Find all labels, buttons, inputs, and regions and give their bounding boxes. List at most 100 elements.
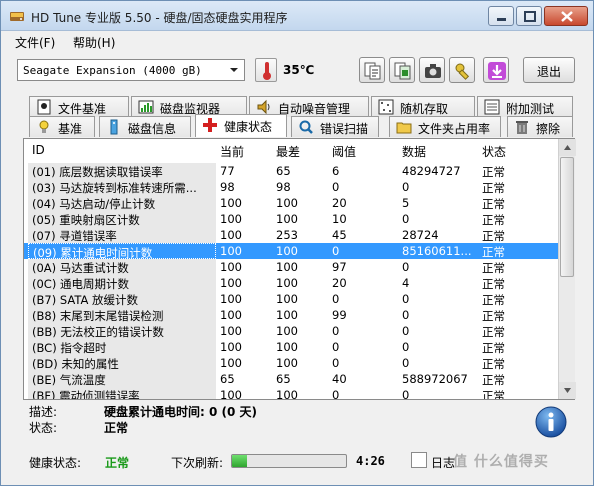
status-label: 状态: (29, 421, 58, 435)
threshold-cell: 0 (332, 356, 340, 370)
chevron-up-icon (564, 145, 571, 150)
camera-button[interactable] (419, 57, 445, 83)
scroll-down-button[interactable] (559, 382, 576, 399)
tab-error-scan[interactable]: 错误扫描 (291, 116, 379, 137)
table-row[interactable]: (BB) 无法校正的错误计数 100 100 0 0 正常 (24, 323, 558, 339)
column-header-data[interactable]: 数据 (402, 143, 426, 160)
status-cell: 正常 (482, 293, 505, 307)
table-row[interactable]: (07) 寻道错误率 100 253 45 28724 正常 (24, 227, 558, 243)
table-row[interactable]: (BE) 气流温度 65 65 40 588972067 正常 (24, 371, 558, 387)
smart-table: ID 当前 最差 阈值 数据 状态 (01) 底层数据读取错误率 77 65 6 482… (23, 138, 576, 400)
tab-erase[interactable]: 擦除 (507, 116, 573, 137)
table-row[interactable]: (04) 马达启动/停止计数 100 100 20 5 正常 (24, 195, 558, 211)
data-cell: 0 (402, 308, 410, 322)
threshold-cell: 97 (332, 260, 347, 274)
copy-screenshot-button[interactable] (389, 57, 415, 83)
thermometer-icon (255, 58, 277, 82)
settings-icon (455, 63, 470, 80)
table-body: (01) 底层数据读取错误率 77 65 6 48294727 正常 (03) 马达旋转到标… (24, 163, 558, 399)
title-bar[interactable]: HD Tune 专业版 5.50 - 硬盘/固态硬盘实用程序 (1, 1, 593, 31)
description-value: 硬盘累计通电时间: 0 (0 天) (104, 405, 258, 419)
data-cell: 0 (402, 324, 410, 338)
menu-file[interactable]: 文件(F) (15, 34, 55, 51)
column-header-current[interactable]: 当前 (220, 143, 244, 160)
close-icon (561, 11, 573, 22)
tab-benchmark[interactable]: 基准 (29, 116, 95, 137)
current-cell: 98 (220, 180, 235, 194)
status-cell: 正常 (482, 213, 505, 227)
speaker-icon (257, 99, 270, 115)
minimize-button[interactable] (488, 6, 514, 26)
column-header-worst[interactable]: 最差 (276, 143, 300, 160)
tab-folder-usage[interactable]: 文件夹占用率 (389, 116, 501, 137)
attribute-name-cell: (05) 重映射扇区计数 (28, 211, 216, 227)
copy-screenshot-icon (394, 62, 411, 80)
attribute-name-cell: (0A) 马达重试计数 (28, 259, 216, 275)
worst-cell: 253 (276, 228, 298, 242)
settings-button[interactable] (449, 57, 475, 83)
table-row[interactable]: (0A) 马达重试计数 100 100 97 0 正常 (24, 259, 558, 275)
threshold-cell: 20 (332, 196, 347, 210)
threshold-cell: 0 (332, 388, 340, 399)
status-cell: 正常 (482, 197, 505, 211)
table-row[interactable]: (09) 累计通电时间计数 100 100 0 85160611... 正常 (24, 243, 558, 259)
copy-text-icon (364, 62, 381, 80)
table-row[interactable]: (BF) 震动侦测错误率 100 100 0 0 正常 (24, 387, 558, 399)
threshold-cell: 40 (332, 372, 347, 386)
save-button[interactable] (483, 57, 509, 83)
drive-select-value: Seagate Expansion (4000 gB) (23, 64, 202, 77)
attribute-name-cell: (03) 马达旋转到标准转速所需... (28, 179, 216, 195)
column-header-status[interactable]: 状态 (482, 143, 506, 160)
table-row[interactable]: (05) 重映射扇区计数 100 100 10 0 正常 (24, 211, 558, 227)
log-checkbox-label[interactable]: 日志 (431, 454, 455, 471)
attribute-name-cell: (04) 马达启动/停止计数 (28, 195, 216, 211)
maximize-button[interactable] (516, 6, 542, 26)
tab-file-benchmark[interactable]: 文件基准 (29, 96, 129, 117)
table-row[interactable]: (BD) 未知的属性 100 100 0 0 正常 (24, 355, 558, 371)
tab-health[interactable]: 健康状态 (195, 114, 287, 137)
tab-label: 擦除 (536, 122, 561, 136)
attribute-name-cell: (BD) 未知的属性 (28, 355, 216, 371)
refresh-countdown: 4:26 (356, 454, 385, 468)
worst-cell: 100 (276, 324, 298, 338)
column-header-threshold[interactable]: 阈值 (332, 143, 356, 160)
table-row[interactable]: (03) 马达旋转到标准转速所需... 98 98 0 0 正常 (24, 179, 558, 195)
next-refresh-label: 下次刷新: (171, 456, 224, 470)
status-cell: 正常 (482, 357, 505, 371)
status-cell: 正常 (482, 261, 505, 275)
status-cell: 正常 (482, 277, 505, 291)
table-row[interactable]: (BC) 指令超时 100 100 0 0 正常 (24, 339, 558, 355)
table-row[interactable]: (01) 底层数据读取错误率 77 65 6 48294727 正常 (24, 163, 558, 179)
close-button[interactable] (544, 6, 588, 26)
table-row[interactable]: (B7) SATA 放缓计数 100 100 0 0 正常 (24, 291, 558, 307)
tab-label: 附加测试 (506, 102, 555, 116)
tab-random-access[interactable]: 随机存取 (371, 96, 475, 117)
chevron-down-icon (230, 68, 238, 72)
refresh-progress-fill (232, 455, 247, 467)
worst-cell: 100 (276, 388, 298, 399)
threshold-cell: 0 (332, 244, 340, 258)
data-cell: 4 (402, 276, 410, 290)
menu-help[interactable]: 帮助(H) (73, 34, 115, 51)
copy-text-button[interactable] (359, 57, 385, 83)
current-cell: 100 (220, 276, 242, 290)
table-scrollbar[interactable] (558, 139, 576, 399)
exit-button[interactable]: 退出 (523, 57, 575, 83)
tab-label: 磁盘信息 (128, 122, 177, 136)
table-row[interactable]: (0C) 通电周期计数 100 100 20 4 正常 (24, 275, 558, 291)
log-checkbox[interactable] (411, 452, 427, 468)
benchmark-icon (39, 120, 49, 133)
tab-extra-tests[interactable]: 附加测试 (477, 96, 573, 117)
info-icon[interactable] (534, 405, 568, 439)
extra-tests-icon (484, 99, 500, 115)
threshold-cell: 45 (332, 228, 347, 242)
worst-cell: 100 (276, 260, 298, 274)
table-row[interactable]: (B8) 末尾到末尾错误检测 100 100 99 0 正常 (24, 307, 558, 323)
column-header-id[interactable]: ID (32, 143, 45, 157)
worst-cell: 100 (276, 196, 298, 210)
tab-disk-info[interactable]: 磁盘信息 (99, 116, 191, 137)
refresh-progress-bar (231, 454, 347, 468)
drive-select[interactable]: Seagate Expansion (4000 gB) (17, 59, 245, 81)
scrollbar-thumb[interactable] (560, 157, 574, 277)
scroll-up-button[interactable] (559, 139, 576, 156)
